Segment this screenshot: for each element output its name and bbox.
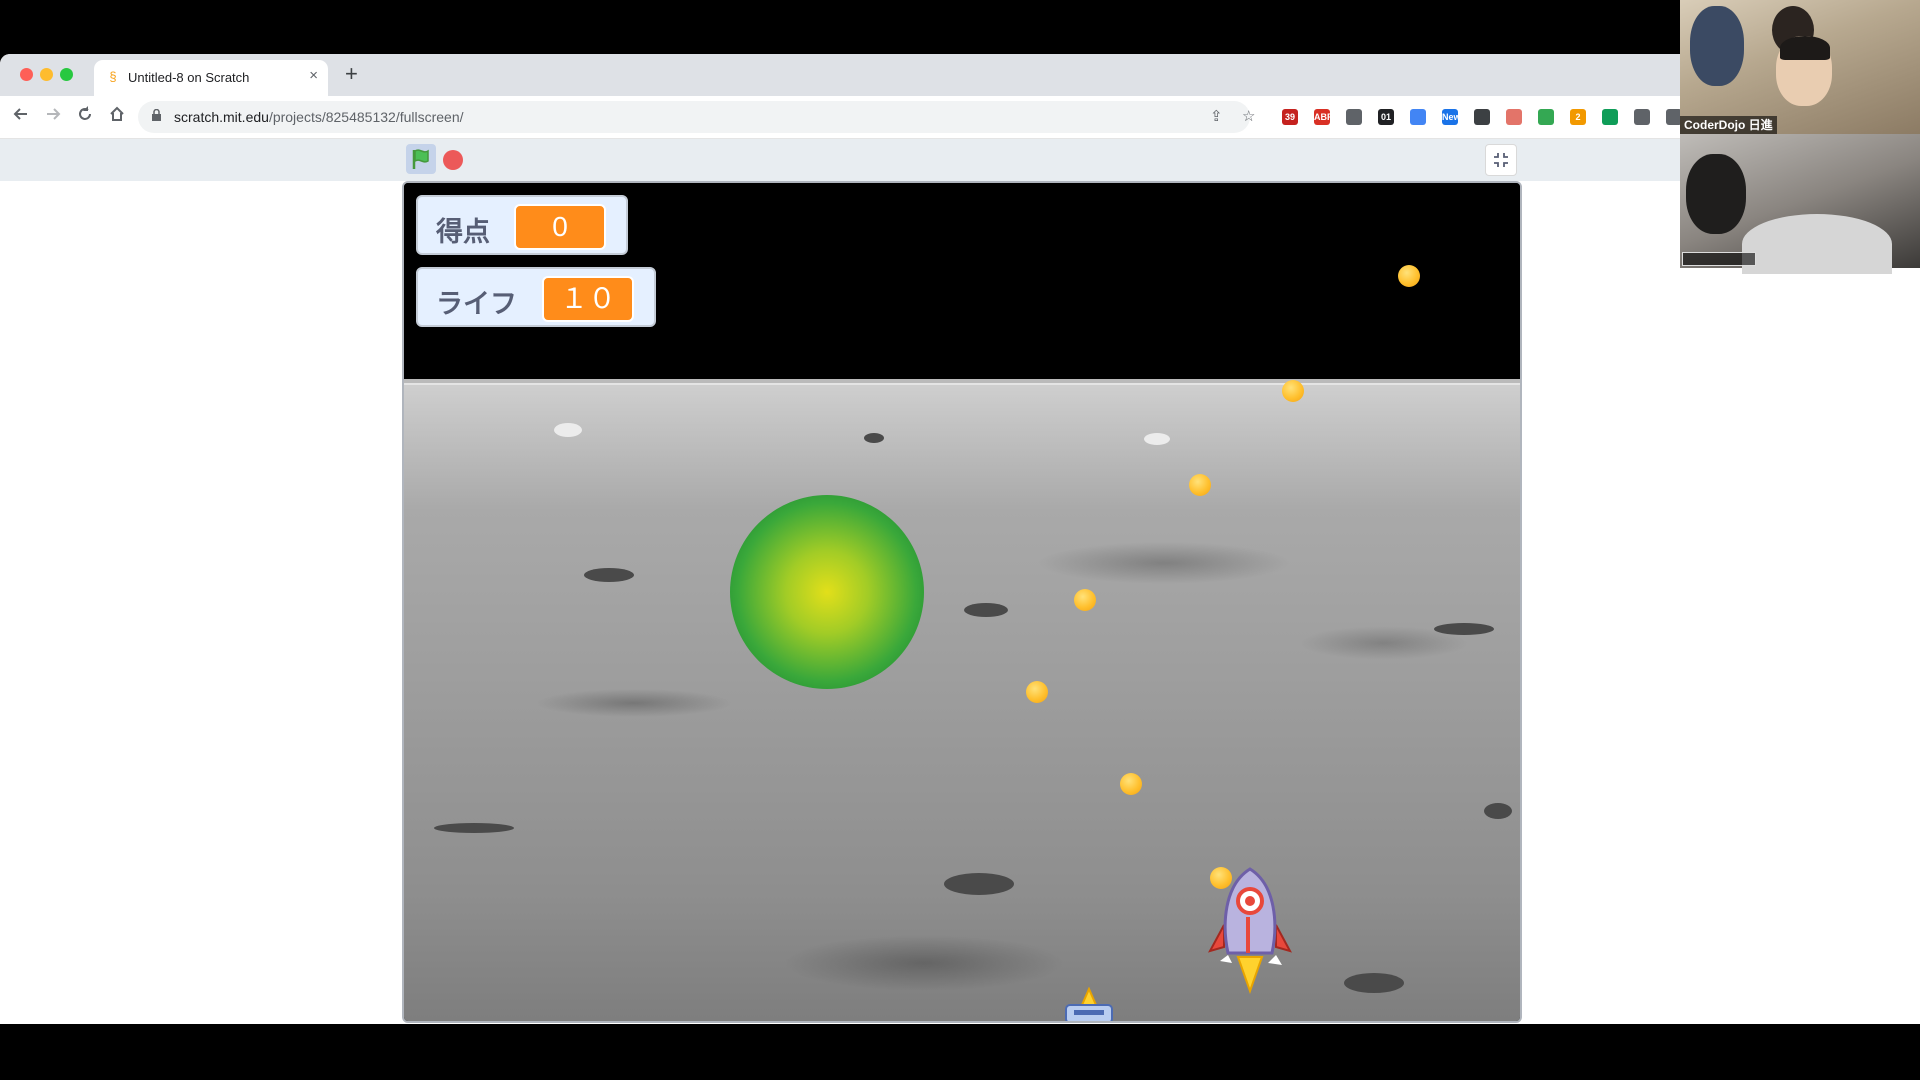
forward-button[interactable]: [42, 105, 64, 128]
scratch-favicon-icon: §: [109, 69, 117, 84]
browser-toolbar: scratch.mit.edu/projects/825485132/fulls…: [0, 96, 1920, 139]
home-icon: [110, 106, 124, 121]
back-arrow-icon: [13, 108, 27, 120]
participant-figure: [1780, 36, 1830, 60]
life-monitor: ライフ １０: [416, 267, 656, 327]
reload-icon: [79, 106, 91, 120]
tab-title: Untitled-8 on Scratch: [128, 70, 250, 85]
tab-bar: § Untitled-8 on Scratch × +: [0, 54, 1920, 96]
orange-bullet-sprite: [1398, 265, 1420, 287]
browser-window: § Untitled-8 on Scratch × + scratch.mit.…: [0, 54, 1920, 1024]
diamond-extension-icon[interactable]: [1538, 109, 1554, 125]
close-window-button[interactable]: [20, 68, 33, 81]
moon-rock: [1434, 623, 1494, 635]
orange-bullet-sprite: [1074, 589, 1096, 611]
tab-close-icon[interactable]: ×: [309, 67, 318, 84]
shield-extension-icon[interactable]: [1506, 109, 1522, 125]
green-flag-button[interactable]: [406, 144, 436, 174]
orange-bullet-sprite: [1120, 773, 1142, 795]
back-button[interactable]: [10, 105, 32, 128]
orange-bullet-sprite: [1026, 681, 1048, 703]
participant-figure: [1742, 214, 1892, 274]
moon-rock: [434, 823, 514, 833]
moon-rock: [864, 433, 884, 443]
counter-icon[interactable]: 01: [1378, 109, 1394, 125]
rocket-sprite: [1207, 867, 1293, 995]
life-value: １０: [542, 276, 634, 322]
participant-name: CoderDojo 日進: [1680, 116, 1777, 134]
doc-extension-icon[interactable]: [1634, 109, 1650, 125]
bookmark-star-icon[interactable]: ☆: [1242, 107, 1255, 125]
green-flag-icon: [412, 149, 429, 169]
orange-bullet-sprite: [1282, 380, 1304, 402]
video-participant-tile: [1680, 0, 1920, 134]
tab-scratch[interactable]: § Untitled-8 on Scratch ×: [94, 60, 328, 96]
horizon-line: [404, 379, 1520, 385]
moon-rock: [964, 603, 1008, 617]
green-ball-sprite: [730, 495, 924, 689]
score-value: 0: [514, 204, 606, 250]
lock-icon[interactable]: [152, 109, 161, 121]
score-label: 得点: [436, 217, 490, 247]
orange-bullet-sprite: [1189, 474, 1211, 496]
minimize-window-button[interactable]: [40, 68, 53, 81]
green-square-icon[interactable]: [1602, 109, 1618, 125]
google-extension-icon[interactable]: [1410, 109, 1426, 125]
new-tab-button[interactable]: +: [345, 61, 358, 87]
mouse-cursor-icon: [1520, 519, 1522, 539]
scratch-player-bar: [0, 139, 1920, 181]
life-label: ライフ: [436, 289, 517, 319]
participant-figure: [1686, 154, 1746, 234]
moon-rock: [554, 423, 582, 437]
gmail-icon[interactable]: 39: [1282, 109, 1298, 125]
home-button[interactable]: [106, 105, 128, 128]
share-icon[interactable]: ⇪: [1210, 107, 1223, 125]
moon-rock: [584, 568, 634, 582]
exit-fullscreen-icon: [1494, 153, 1508, 167]
moon-rock: [1484, 803, 1512, 819]
scratch-stage[interactable]: 得点 0 ライフ １０: [402, 181, 1522, 1023]
stop-button[interactable]: [443, 150, 463, 170]
sync-icon[interactable]: [1346, 109, 1362, 125]
video-participant-tile: [1680, 134, 1920, 274]
moon-rock: [1344, 973, 1404, 993]
exit-fullscreen-button[interactable]: [1485, 144, 1517, 176]
score-monitor: 得点 0: [416, 195, 628, 255]
news-icon[interactable]: New: [1442, 109, 1461, 125]
address-bar[interactable]: scratch.mit.edu/projects/825485132/fulls…: [138, 101, 1255, 133]
participant-name-redacted: [1682, 252, 1756, 266]
gear-extension-icon[interactable]: [1474, 109, 1490, 125]
moon-rock: [944, 873, 1014, 895]
reload-button[interactable]: [74, 105, 96, 128]
adblock-icon[interactable]: ABP: [1314, 109, 1333, 125]
forward-arrow-icon: [47, 108, 61, 120]
url-text[interactable]: scratch.mit.edu/projects/825485132/fulls…: [174, 109, 464, 125]
extension-badge-icon[interactable]: 2: [1570, 109, 1586, 125]
moon-surface-backdrop: [404, 383, 1520, 1021]
participant-figure: [1690, 6, 1744, 86]
moon-rock: [1144, 433, 1170, 445]
player-ship-sprite: [1065, 987, 1113, 1021]
maximize-window-button[interactable]: [60, 68, 73, 81]
